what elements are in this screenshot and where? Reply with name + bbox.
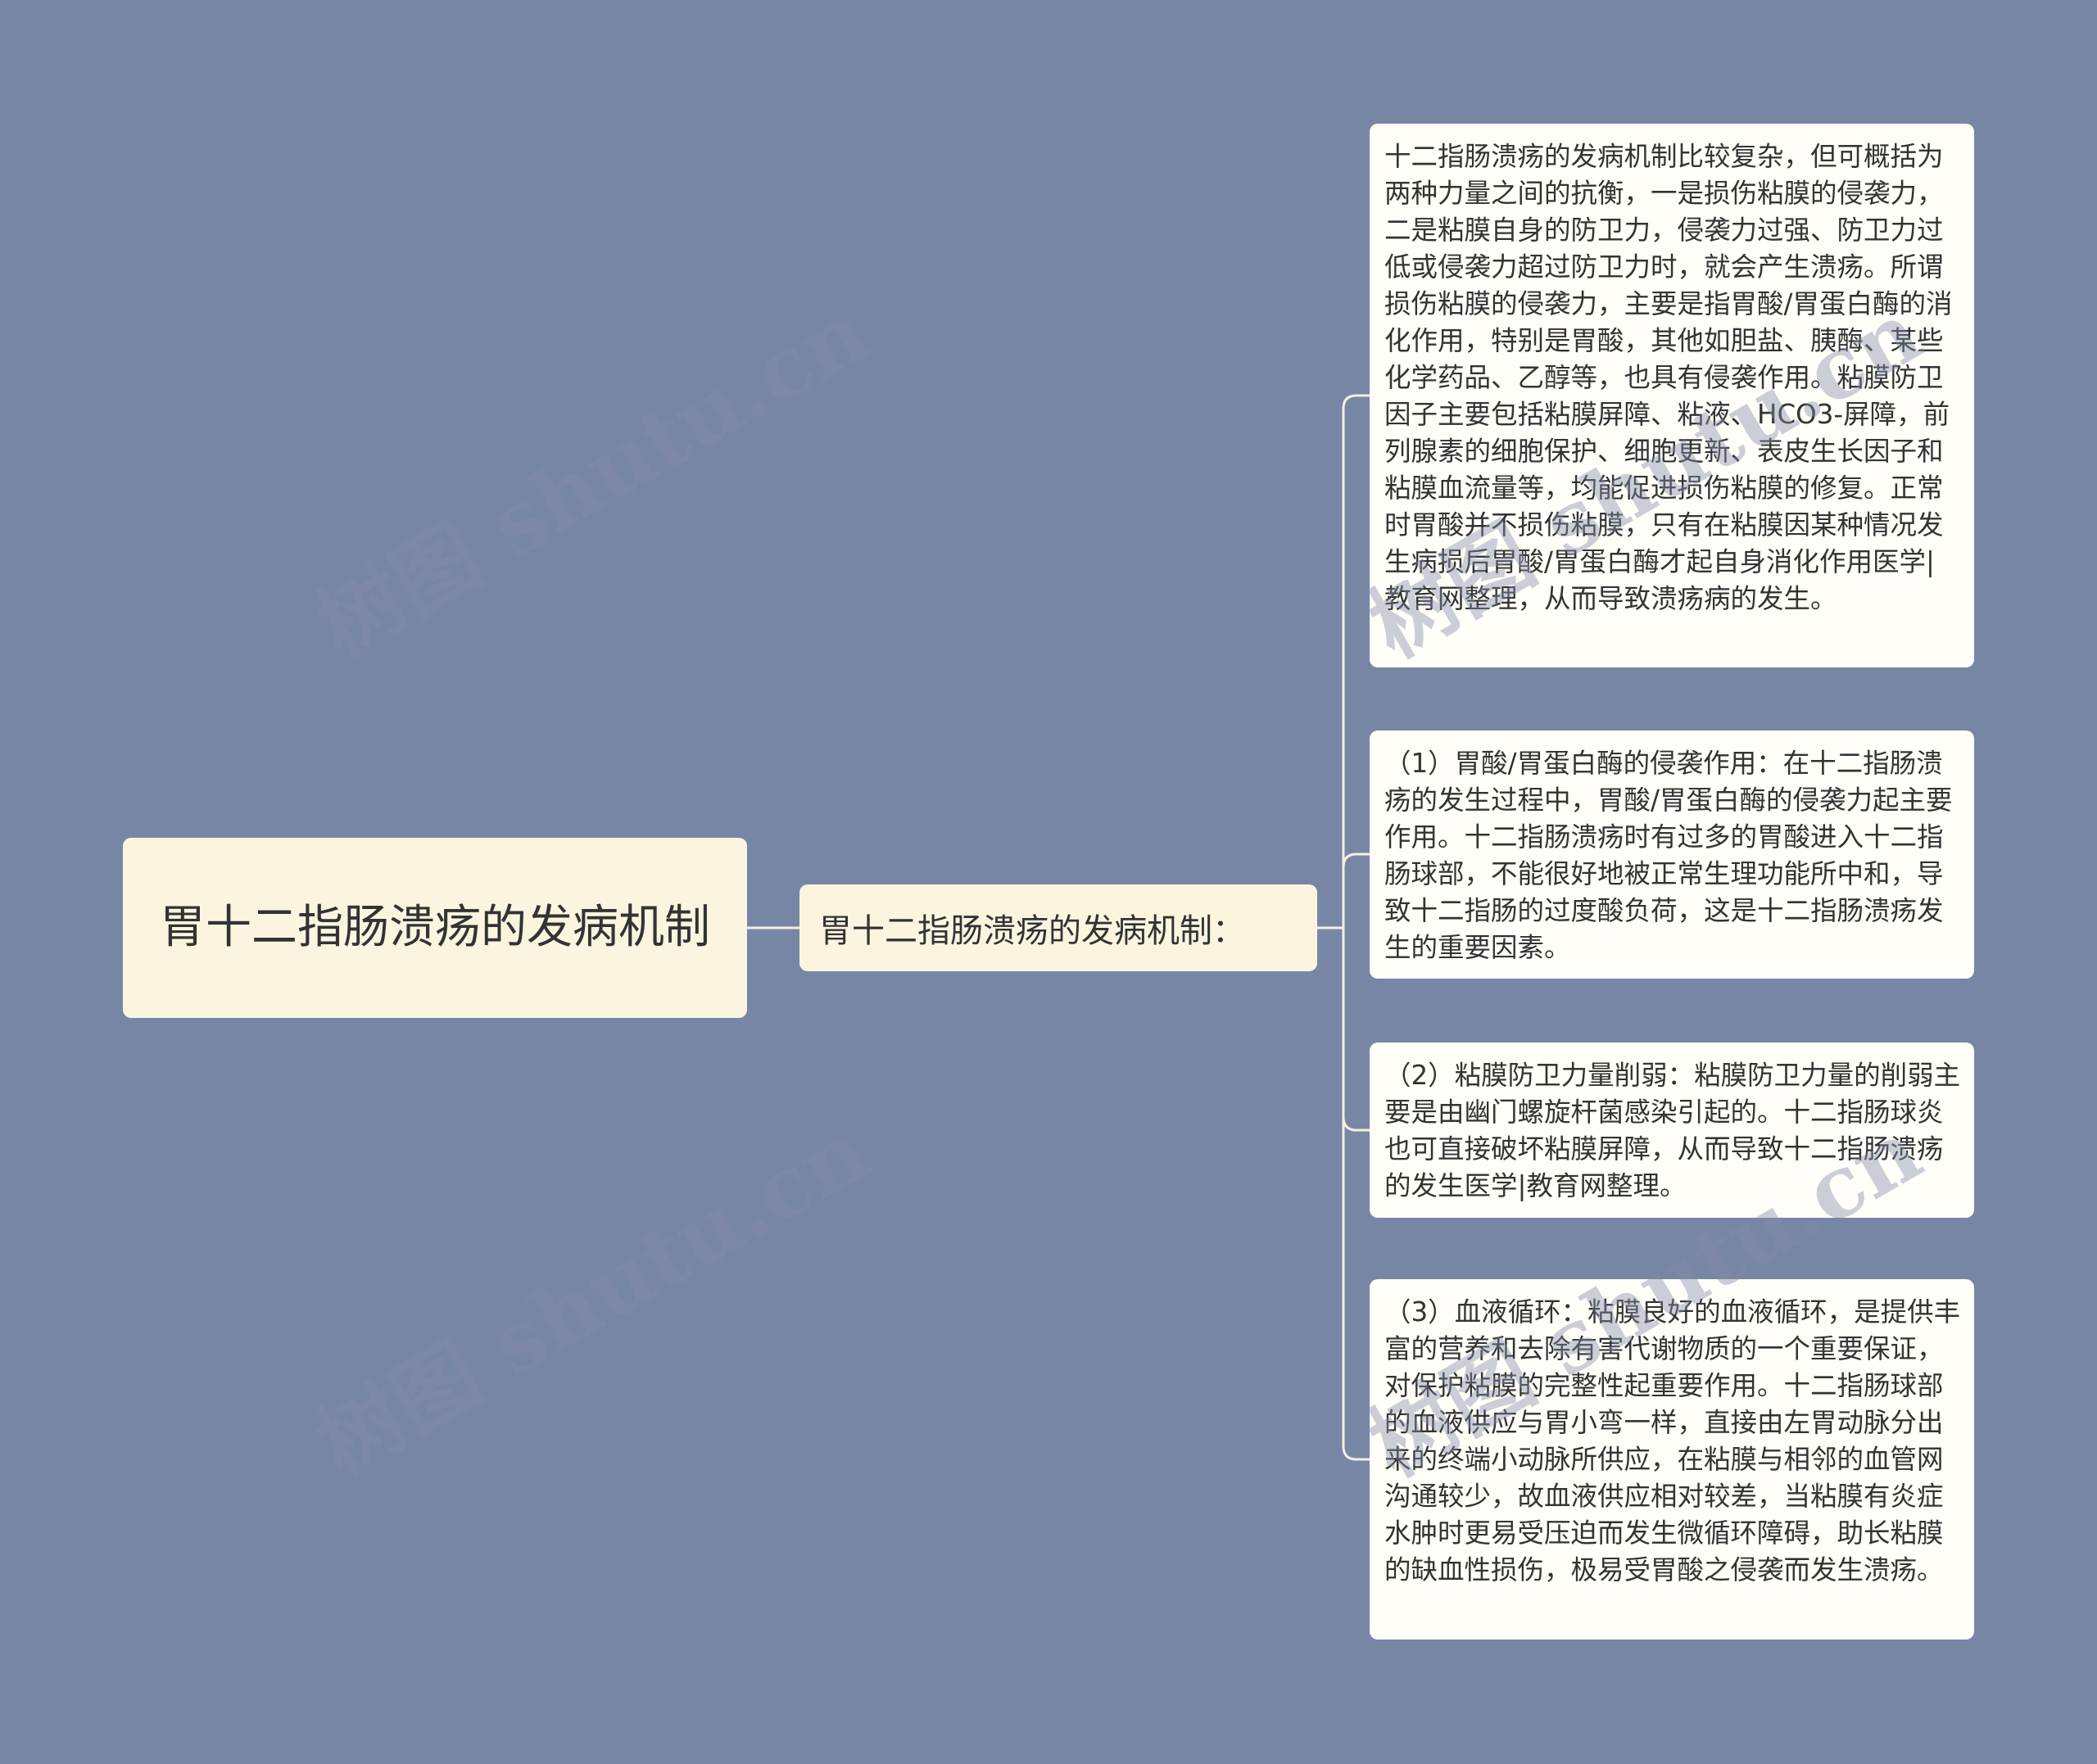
leaf-topic-4[interactable]: （3）血液循环：粘膜良好的血液循环，是提供丰富的营养和去除有害代谢物质的一个重要… xyxy=(1370,1279,1974,1640)
leaf-4-connector xyxy=(1342,928,1370,1461)
leaf-topic-1[interactable]: 十二指肠溃疡的发病机制比较复杂，但可概括为两种力量之间的抗衡，一是损伤粘膜的侵袭… xyxy=(1370,124,1974,667)
leaf-topic-2-text: （1）胃酸/胃蛋白酶的侵袭作用：在十二指肠溃疡的发生过程中，胃酸/胃蛋白酶的侵袭… xyxy=(1384,748,1953,963)
leaf-1-connector xyxy=(1342,394,1370,928)
leaf-topic-4-text: （3）血液循环：粘膜良好的血液循环，是提供丰富的营养和去除有害代谢物质的一个重要… xyxy=(1384,1296,1961,1585)
leaf-topic-3[interactable]: （2）粘膜防卫力量削弱：粘膜防卫力量的削弱主要是由幽门螺旋杆菌感染引起的。十二指… xyxy=(1370,1043,1974,1218)
leaf-topic-2[interactable]: （1）胃酸/胃蛋白酶的侵袭作用：在十二指肠溃疡的发生过程中，胃酸/胃蛋白酶的侵袭… xyxy=(1370,730,1974,979)
branch-topic-label: 胃十二指肠溃疡的发病机制： xyxy=(819,912,1245,950)
root-topic[interactable]: 胃十二指肠溃疡的发病机制 xyxy=(123,838,747,1018)
mind-map-canvas: 胃十二指肠溃疡的发病机制 胃十二指肠溃疡的发病机制： 十二指肠溃疡的发病机制比较… xyxy=(0,0,2097,1764)
leaf-topic-3-text: （2）粘膜防卫力量削弱：粘膜防卫力量的削弱主要是由幽门螺旋杆菌感染引起的。十二指… xyxy=(1384,1060,1961,1201)
leaf-3-connector xyxy=(1342,928,1370,1132)
branch-topic[interactable]: 胃十二指肠溃疡的发病机制： xyxy=(799,884,1317,971)
root-topic-label: 胃十二指肠溃疡的发病机制 xyxy=(160,901,710,954)
leaf-topic-1-text: 十二指肠溃疡的发病机制比较复杂，但可概括为两种力量之间的抗衡，一是损伤粘膜的侵袭… xyxy=(1384,141,1953,614)
leaf-2-connector xyxy=(1342,853,1370,928)
